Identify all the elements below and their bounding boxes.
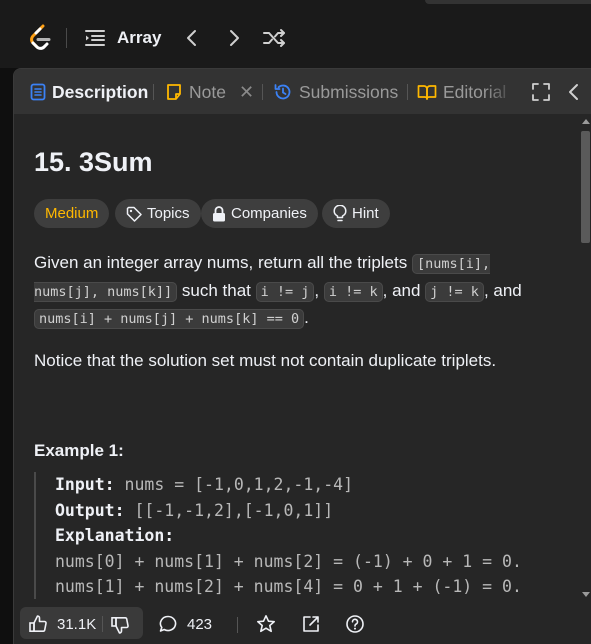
companies-button[interactable]: Companies [201, 199, 318, 228]
leetcode-logo[interactable] [28, 24, 54, 52]
lock-icon [213, 205, 225, 221]
inline-code: nums[i] + nums[j] + nums[k] == 0 [34, 309, 305, 329]
engagement-bar: 31.1K 423 [14, 599, 591, 644]
output-label: Output: [55, 500, 125, 520]
star-icon[interactable] [256, 614, 276, 634]
like-divider [102, 616, 103, 632]
chevron-right-icon[interactable] [222, 26, 246, 50]
close-icon[interactable]: ✕ [239, 82, 254, 103]
thumbs-up-icon[interactable] [28, 614, 48, 634]
top-nav-bar: Array [0, 0, 591, 68]
expand-icon[interactable] [531, 82, 551, 102]
footer-divider [237, 617, 238, 633]
input-value: nums = [-1,0,1,2,-1,-4] [114, 475, 354, 494]
tab-description[interactable]: Description [30, 81, 148, 103]
statement-text: . [304, 308, 309, 327]
hint-label: Hint [352, 205, 379, 222]
companies-label: Companies [231, 205, 307, 222]
example-title: Example 1: [34, 441, 124, 460]
lightbulb-icon [333, 204, 347, 221]
tab-submissions[interactable]: Submissions [273, 81, 398, 103]
help-icon[interactable] [345, 614, 365, 634]
tab-divider [407, 84, 408, 100]
tab-note[interactable]: Note [165, 81, 226, 103]
problem-note: Notice that the solution set must not co… [34, 351, 497, 370]
hint-button[interactable]: Hint [322, 199, 390, 228]
output-value: [[-1,-1,2],[-1,0,1]] [124, 500, 334, 520]
collapse-icon[interactable] [566, 82, 582, 102]
statement-text: , [314, 280, 324, 300]
tab-divider [262, 84, 263, 100]
scroll-up-arrow[interactable] [582, 119, 590, 124]
note-icon [167, 84, 181, 100]
difficulty-badge: Medium [34, 199, 110, 228]
statement-text: , and [382, 280, 426, 300]
history-icon [274, 84, 291, 100]
comment-count: 423 [187, 616, 213, 633]
inline-code: j != k [425, 281, 484, 302]
tab-divider [153, 84, 154, 100]
explanation-label: Explanation: [55, 526, 175, 545]
scroll-down-arrow[interactable] [582, 592, 590, 597]
problem-statement: Given an integer array nums, return all … [34, 250, 554, 333]
scrollbar-thumb[interactable] [581, 131, 590, 243]
problem-content: 15. 3Sum Medium Topics Companies Hint Gi… [14, 114, 580, 599]
tab-note-label: Note [189, 81, 226, 102]
tab-description-label: Description [52, 81, 149, 102]
statement-text: , and [483, 280, 522, 300]
topics-label: Topics [147, 205, 190, 222]
share-icon[interactable] [301, 614, 321, 634]
description-icon [30, 83, 46, 101]
list-icon[interactable] [84, 27, 106, 49]
nav-divider [66, 28, 67, 48]
inline-code: i != j [255, 281, 315, 302]
statement-text: Given an integer array nums, return all … [34, 253, 412, 272]
tag-icon [126, 206, 142, 222]
statement-text: such that [177, 280, 256, 300]
description-panel: Description Note ✕ Submissions Editorial… [13, 68, 591, 644]
input-label: Input: [55, 475, 115, 494]
comment-icon[interactable] [158, 614, 178, 634]
tab-overflow-fade [484, 77, 524, 107]
difficulty-label: Medium [45, 205, 99, 222]
problem-list-title[interactable]: Array [117, 28, 161, 48]
tab-submissions-label: Submissions [299, 81, 399, 102]
like-count: 31.1K [57, 616, 97, 633]
top-nav-accent [425, 0, 591, 4]
shuffle-icon[interactable] [262, 26, 288, 50]
explanation-line: nums[1] + nums[2] + nums[4] = 0 + 1 + (-… [55, 577, 522, 596]
example-block: Input: nums = [-1,0,1,2,-1,-4] Output: [… [34, 472, 580, 599]
book-icon [417, 85, 437, 100]
tab-bar: Description Note ✕ Submissions Editorial [14, 69, 591, 114]
topics-button[interactable]: Topics [115, 199, 201, 228]
inline-code: i != k [323, 281, 383, 302]
explanation-line: nums[0] + nums[1] + nums[2] = (-1) + 0 +… [55, 551, 522, 571]
chevron-left-icon[interactable] [180, 26, 204, 50]
thumbs-down-icon[interactable] [110, 615, 130, 635]
problem-title[interactable]: 15. 3Sum [34, 147, 153, 178]
